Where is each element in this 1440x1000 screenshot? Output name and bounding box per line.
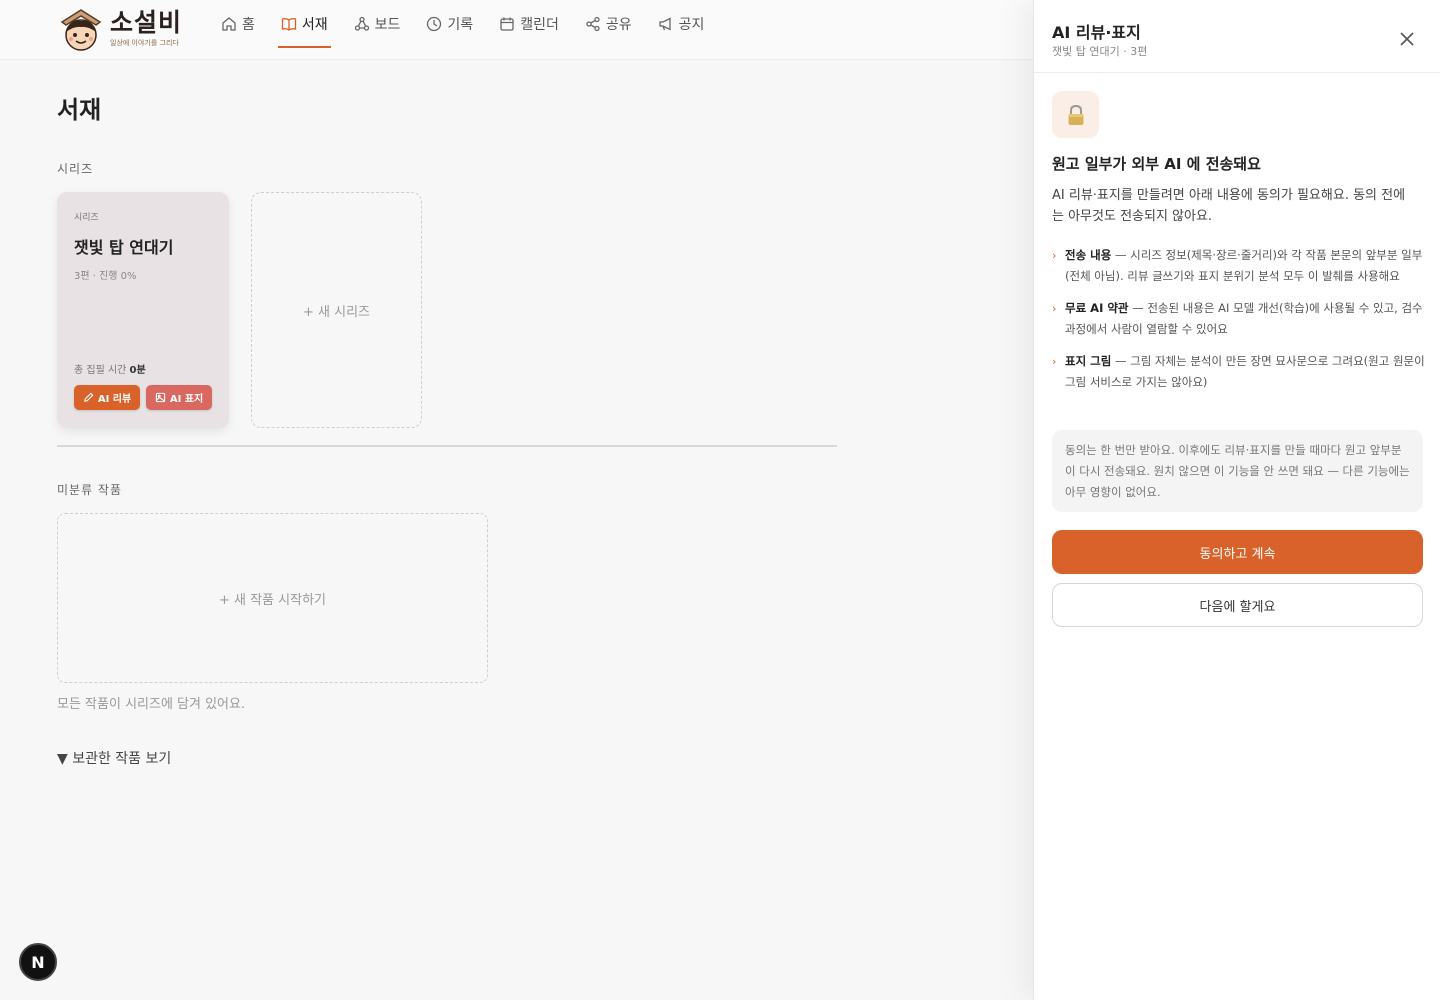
lock-icon <box>1068 104 1083 125</box>
writing-time-label: 총 집필 시간 <box>74 365 127 376</box>
chevron-right-icon: › <box>1052 249 1057 262</box>
consent-info-box: 동의는 한 번만 받아요. 이후에도 리뷰·표지를 만들 때마다 원고 앞부분이… <box>1052 430 1423 512</box>
pencil-icon <box>83 392 94 402</box>
panel-header: AI 리뷰·표지 잿빛 탑 연대기 · 3편 <box>1034 0 1440 73</box>
nav-item-label: 공유 <box>605 17 632 33</box>
nav-item-label: 캘린더 <box>520 17 559 33</box>
bullet-text: — 시리즈 정보(제목·장르·줄거리)와 각 작품 본문의 앞부분 일부(전체 … <box>1065 248 1423 283</box>
dev-tools-badge[interactable]: N <box>19 943 57 981</box>
archived-works-toggle[interactable]: ▼ 보관한 작품 보기 <box>57 748 171 768</box>
chevron-right-icon: › <box>1052 355 1057 368</box>
series-card-title: 잿빛 탑 연대기 <box>74 238 174 257</box>
bullet-title: 전송 내용 <box>1065 248 1112 262</box>
new-work-button[interactable]: + 새 작품 시작하기 <box>57 513 488 683</box>
logo[interactable]: 소설비 일상에 이야기를 그리다 <box>58 8 188 54</box>
bullet-text: — 그림 자체는 분석이 만든 장면 묘사문으로 그려요(원고 원문이 그림 서… <box>1065 354 1425 389</box>
ai-consent-panel: AI 리뷰·표지 잿빛 탑 연대기 · 3편 원고 일부가 외부 AI 에 전송… <box>1033 0 1440 1000</box>
nav-item-calendar[interactable]: 캘린더 <box>496 0 562 48</box>
board-icon <box>354 16 369 31</box>
ai-review-label: AI 리뷰 <box>97 394 132 405</box>
bullet-title: 표지 그림 <box>1065 354 1112 368</box>
image-icon <box>155 392 166 403</box>
nav-item-label: 서재 <box>301 17 328 33</box>
page-title: 서재 <box>57 96 102 124</box>
logo-mascot-icon <box>58 8 104 52</box>
chevron-right-icon: › <box>1052 302 1057 315</box>
nav-item-label: 보드 <box>374 17 401 33</box>
megaphone-icon <box>658 17 671 31</box>
close-icon <box>1400 32 1414 46</box>
all-in-series-note: 모든 작품이 시리즈에 담겨 있어요. <box>57 697 246 712</box>
series-section-label: 시리즈 <box>57 162 94 176</box>
bullet-title: 무료 AI 약관 <box>1065 301 1129 315</box>
calendar-icon <box>500 17 514 31</box>
list-item: › 표지 그림 — 그림 자체는 분석이 만든 장면 묘사문으로 그려요(원고 … <box>1052 351 1427 393</box>
agree-continue-button[interactable]: 동의하고 계속 <box>1052 530 1423 574</box>
nav-item-home[interactable]: 홈 <box>218 0 258 48</box>
series-card[interactable]: 시리즈 잿빛 탑 연대기 3편 · 진행 0% 총 집필 시간 0분 AI 리뷰… <box>57 192 229 428</box>
series-card-kicker: 시리즈 <box>74 213 99 223</box>
nav-item-label: 공지 <box>678 17 705 33</box>
ai-cover-label: AI 표지 <box>169 394 204 405</box>
new-series-button[interactable]: + 새 시리즈 <box>251 192 422 428</box>
share-icon <box>586 16 600 32</box>
panel-subtitle: 잿빛 탑 연대기 · 3편 <box>1052 45 1148 58</box>
nav-item-library[interactable]: 서재 <box>277 0 331 48</box>
consent-details-list: › 전송 내용 — 시리즈 정보(제목·장르·줄거리)와 각 작품 본문의 앞부… <box>1052 245 1427 404</box>
ai-review-button[interactable]: AI 리뷰 <box>74 385 140 410</box>
list-item: › 전송 내용 — 시리즈 정보(제목·장르·줄거리)와 각 작품 본문의 앞부… <box>1052 245 1427 287</box>
main-nav: 홈 서재 보드 기록 캘린더 공유 공지 <box>218 0 727 48</box>
book-icon <box>281 18 297 31</box>
close-button[interactable] <box>1396 28 1418 50</box>
nav-item-board[interactable]: 보드 <box>351 0 404 48</box>
consent-heading: 원고 일부가 외부 AI 에 전송돼요 <box>1052 155 1261 173</box>
home-icon <box>222 17 236 31</box>
list-item: › 무료 AI 약관 — 전송된 내용은 AI 모델 개선(학습)에 사용될 수… <box>1052 298 1427 340</box>
section-divider <box>57 445 837 447</box>
maybe-later-button[interactable]: 다음에 할게요 <box>1052 583 1423 627</box>
panel-title: AI 리뷰·표지 <box>1052 23 1141 42</box>
nav-item-notice[interactable]: 공지 <box>655 0 708 48</box>
clock-icon <box>427 16 442 32</box>
ai-cover-button[interactable]: AI 표지 <box>146 385 212 410</box>
logo-subtitle: 일상에 이야기를 그리다 <box>110 39 179 47</box>
uncategorized-section-label: 미분류 작품 <box>57 483 123 497</box>
series-card-writing-time: 총 집필 시간 0분 <box>74 361 146 376</box>
nav-item-label: 홈 <box>242 17 255 33</box>
consent-description: AI 리뷰·표지를 만들려면 아래 내용에 동의가 필요해요. 동의 전에는 아… <box>1052 188 1406 224</box>
logo-title: 소설비 <box>110 8 183 37</box>
nav-item-records[interactable]: 기록 <box>423 0 476 48</box>
writing-time-value: 0분 <box>129 365 146 376</box>
series-card-meta: 3편 · 진행 0% <box>74 271 137 282</box>
lock-icon-box <box>1052 91 1099 138</box>
nav-item-share[interactable]: 공유 <box>582 0 635 48</box>
nav-item-label: 기록 <box>447 17 474 33</box>
